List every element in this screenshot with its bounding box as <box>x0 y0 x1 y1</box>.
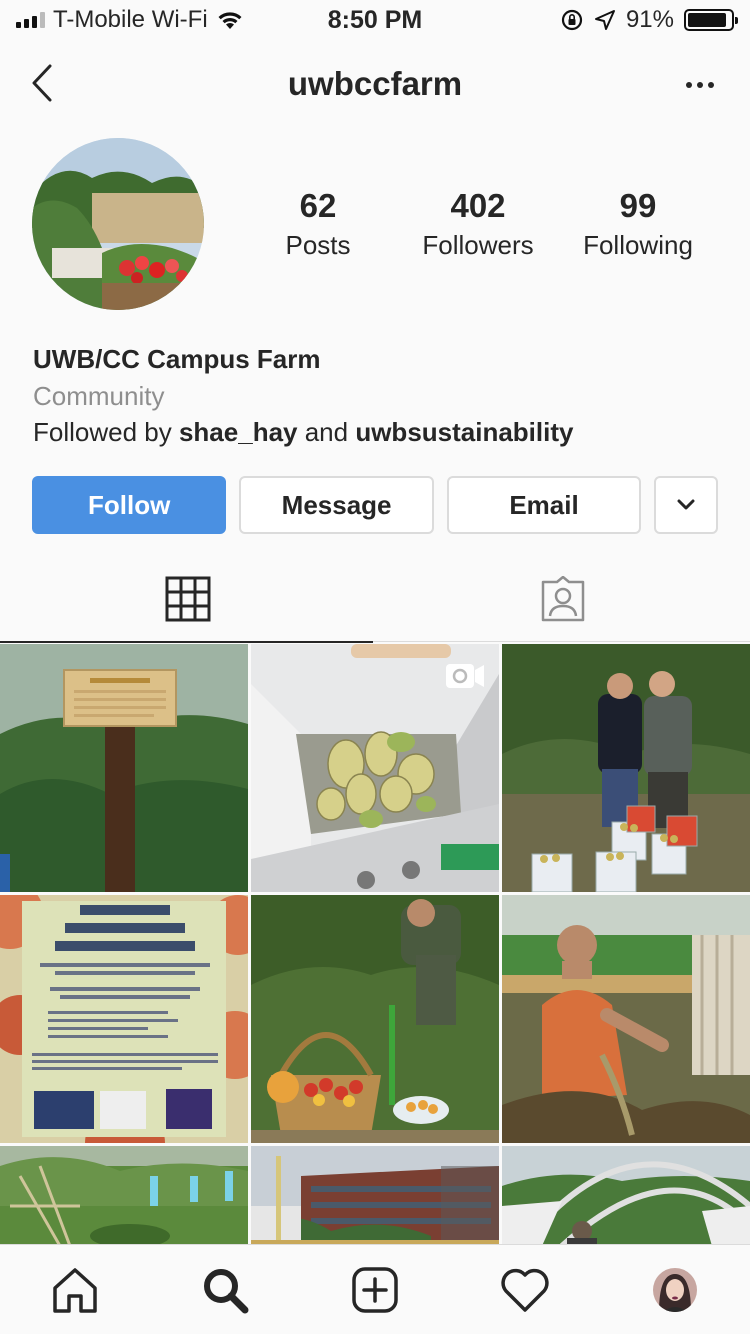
tagged-photos-icon <box>541 576 584 622</box>
post-image <box>502 644 750 892</box>
post-thumbnail[interactable] <box>251 644 499 892</box>
dot <box>708 82 714 88</box>
post-image <box>251 895 499 1143</box>
post-thumbnail[interactable] <box>0 895 248 1143</box>
profile-content-tabs <box>0 556 750 643</box>
post-image <box>0 644 248 892</box>
followers-count: 402 <box>450 187 506 224</box>
search-icon <box>204 1268 249 1313</box>
post-thumbnail[interactable] <box>502 895 750 1143</box>
tab-grid[interactable] <box>0 556 375 643</box>
more-options-button[interactable] <box>680 70 720 100</box>
tab-new-post[interactable] <box>325 1250 425 1330</box>
post-image <box>502 895 750 1143</box>
follow-button[interactable]: Follow <box>32 476 227 534</box>
suggested-dropdown-button[interactable] <box>654 476 719 534</box>
tab-activity[interactable] <box>475 1250 575 1330</box>
battery-percent: 91% <box>625 6 674 33</box>
home-icon <box>53 1267 97 1313</box>
wifi-icon <box>218 12 242 29</box>
bottom-tab-bar <box>0 1244 750 1334</box>
profile-category: Community <box>33 381 165 411</box>
followed-by-user-1[interactable]: shae_hay <box>179 417 298 447</box>
following-count: 99 <box>619 187 657 224</box>
following-label: Following <box>583 230 693 261</box>
followed-by-conj: and <box>297 417 356 447</box>
message-button[interactable]: Message <box>239 476 434 534</box>
followed-by-prefix: Followed by <box>33 417 179 447</box>
location-icon <box>594 10 615 30</box>
status-bar: T-Mobile Wi-Fi 8:50 PM 91% <box>0 0 750 40</box>
posts-count: 62 <box>299 187 337 224</box>
stat-followers[interactable]: 402 Followers <box>398 187 558 261</box>
post-image <box>0 1146 248 1244</box>
followed-by-text[interactable]: Followed by shae_hay and uwbsustainabili… <box>33 414 723 450</box>
profile-avatar <box>653 1267 697 1312</box>
orientation-lock-icon <box>561 9 583 31</box>
profile-bio: UWB/CC Campus Farm Community Followed by… <box>33 342 723 450</box>
profile-avatar[interactable] <box>32 138 204 310</box>
chevron-left-icon <box>32 64 52 102</box>
more-horizontal-icon <box>686 82 692 88</box>
activity-heart-icon <box>501 1268 549 1312</box>
post-thumbnail[interactable] <box>0 1146 248 1244</box>
posts-grid <box>0 644 750 1244</box>
status-left: T-Mobile Wi-Fi <box>16 6 244 34</box>
new-post-icon <box>352 1266 398 1313</box>
post-thumbnail[interactable] <box>251 1146 499 1244</box>
profile-username-title: uwbccfarm <box>287 65 463 102</box>
back-button[interactable] <box>22 58 62 108</box>
email-button[interactable]: Email <box>446 476 642 534</box>
avatar-image <box>32 138 204 310</box>
tab-tagged[interactable] <box>375 556 750 642</box>
profile-nav-header: uwbccfarm <box>0 44 750 124</box>
signal-icon <box>16 12 45 28</box>
followed-by-user-2[interactable]: uwbsustainability <box>355 417 573 447</box>
post-thumbnail[interactable] <box>502 1146 750 1244</box>
stat-posts[interactable]: 62 Posts <box>238 187 398 261</box>
tab-profile[interactable] <box>625 1250 725 1330</box>
post-image <box>0 895 248 1143</box>
chevron-down-icon <box>677 499 695 510</box>
post-thumbnail[interactable] <box>0 644 248 892</box>
tab-search[interactable] <box>175 1250 275 1330</box>
posts-label: Posts <box>285 230 351 261</box>
profile-actions: Follow Message Email <box>32 476 719 534</box>
stat-following[interactable]: 99 Following <box>558 187 718 261</box>
post-image <box>251 1146 499 1244</box>
profile-display-name: UWB/CC Campus Farm <box>33 344 321 374</box>
post-thumbnail[interactable] <box>502 644 750 892</box>
post-image <box>502 1146 750 1244</box>
status-right: 91% <box>560 6 738 34</box>
carrier-label: T-Mobile Wi-Fi <box>53 6 208 33</box>
profile-stats: 62 Posts 402 Followers 99 Following <box>238 187 718 261</box>
dot <box>697 82 703 88</box>
video-icon <box>446 664 484 688</box>
followers-label: Followers <box>422 230 534 261</box>
grid-icon <box>165 576 210 622</box>
battery-icon <box>684 9 738 31</box>
post-thumbnail[interactable] <box>251 895 499 1143</box>
tab-home[interactable] <box>25 1250 125 1330</box>
